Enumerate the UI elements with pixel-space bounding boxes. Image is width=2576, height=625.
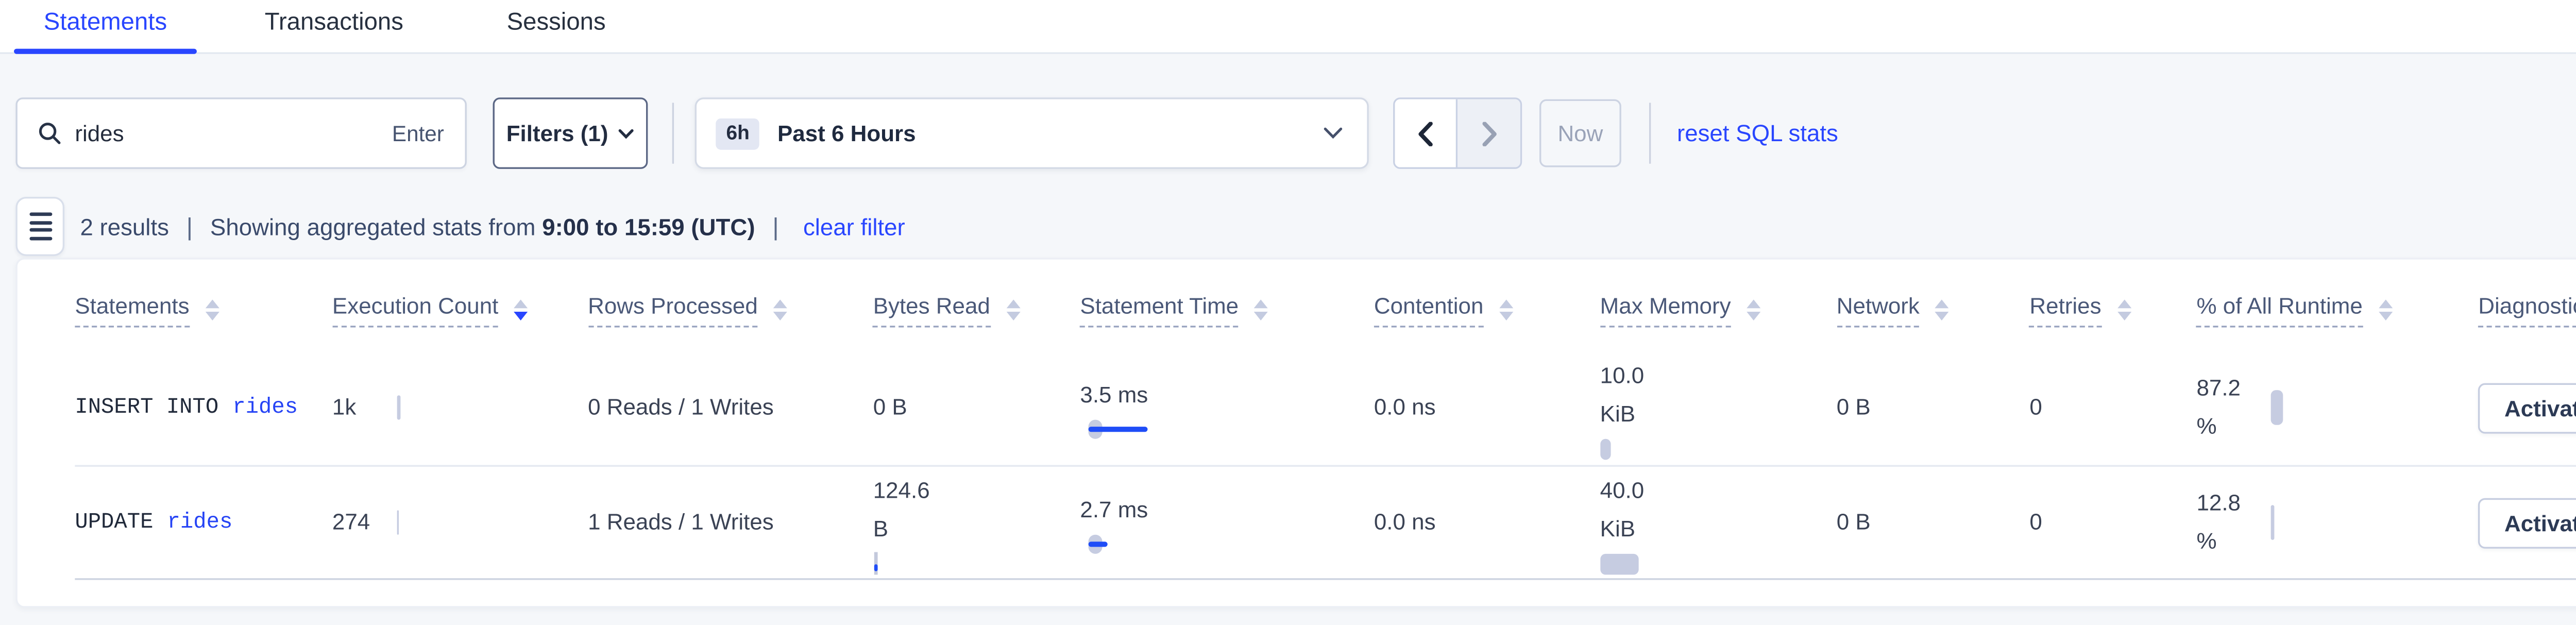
results-range-bold: 9:00 to 15:59 (UTC) — [542, 213, 755, 240]
filters-button-label: Filters (1) — [506, 120, 608, 146]
sort-icon[interactable] — [1006, 299, 1020, 320]
contention-cell: 0.0 ns — [1374, 350, 1600, 465]
tab-sessions[interactable]: Sessions — [507, 7, 606, 45]
sort-icon[interactable] — [2378, 299, 2392, 320]
sql-activity-page: Statements Transactions Sessions Enter F… — [0, 0, 2576, 625]
column-header-statements: Statements — [75, 293, 332, 328]
time-range-badge: 6h — [716, 117, 760, 149]
toolbar-divider — [672, 103, 674, 163]
bytes-read-cell: 0 B — [873, 350, 1080, 465]
network-cell: 0 B — [1837, 467, 2030, 578]
diagnostics-cell: Activate — [2478, 350, 2576, 465]
column-header-rows-processed: Rows Processed — [588, 293, 873, 328]
list-icon — [29, 213, 52, 240]
chevron-down-icon — [619, 128, 634, 138]
results-summary: 2 results | Showing aggregated stats fro… — [80, 197, 905, 256]
column-header-max-memory: Max Memory — [1600, 293, 1837, 328]
statement-table-link[interactable]: rides — [167, 510, 233, 534]
execution-count-bar — [397, 395, 401, 419]
sort-icon[interactable] — [773, 299, 787, 320]
chevron-left-icon — [1417, 121, 1433, 145]
previous-time-button[interactable] — [1395, 99, 1458, 167]
results-separator: | — [772, 212, 778, 240]
retries-cell: 0 — [2029, 467, 2196, 578]
activate-diagnostics-button[interactable]: Activate — [2478, 382, 2576, 433]
column-header-retries: Retries — [2029, 293, 2196, 328]
column-selector-button[interactable] — [15, 197, 64, 256]
sort-icon[interactable] — [1747, 299, 1760, 320]
sort-icon[interactable] — [1499, 299, 1513, 320]
max-memory-bar — [1600, 553, 1638, 574]
bytes-read-cell: 124.6 B — [873, 467, 1080, 578]
sort-icon[interactable] — [514, 299, 528, 320]
activate-diagnostics-button[interactable]: Activate — [2478, 497, 2576, 548]
tab-statements[interactable]: Statements — [14, 7, 197, 45]
column-header-bytes-read: Bytes Read — [873, 293, 1080, 328]
rows-processed-cell: 1 Reads / 1 Writes — [588, 467, 873, 578]
reset-sql-stats-link[interactable]: reset SQL stats — [1677, 97, 1838, 169]
sort-icon[interactable] — [1255, 299, 1268, 320]
max-memory-cell: 10.0 KiB — [1600, 350, 1837, 465]
statements-table-card: Statements Execution Count Rows Processe… — [15, 258, 2576, 607]
results-range-text: Showing aggregated stats from 9:00 to 15… — [210, 213, 755, 240]
table-bottom-border — [75, 578, 2576, 580]
sort-icon[interactable] — [2117, 299, 2131, 320]
runtime-pct-bar — [2272, 505, 2274, 540]
rows-processed-cell: 0 Reads / 1 Writes — [588, 350, 873, 465]
chevron-right-icon — [1481, 121, 1497, 145]
next-time-button[interactable] — [1458, 99, 1520, 167]
clear-filter-link[interactable]: clear filter — [803, 213, 905, 240]
results-count: 2 results — [80, 213, 168, 240]
sort-icon[interactable] — [1935, 299, 1949, 320]
time-range-label: Past 6 Hours — [777, 120, 1324, 146]
sort-icon[interactable] — [205, 299, 219, 320]
table-row: INSERT INTOrides 1k 0 Reads / 1 Writes 0… — [75, 350, 2576, 465]
toolbar: Enter Filters (1) 6h Past 6 Hours — [0, 97, 2576, 169]
tab-transactions[interactable]: Transactions — [265, 7, 403, 45]
max-memory-bar — [1600, 438, 1611, 459]
runtime-pct-cell: 87.2 % — [2196, 350, 2478, 465]
column-header-statement-time: Statement Time — [1080, 293, 1374, 328]
column-header-execution-count: Execution Count — [332, 293, 588, 328]
column-header-contention: Contention — [1374, 293, 1600, 328]
statement-time-cell: 2.7 ms — [1080, 467, 1374, 578]
statement-cell[interactable]: INSERT INTOrides — [75, 350, 332, 465]
diagnostics-cell: Activate — [2478, 467, 2576, 578]
toolbar-divider — [1649, 103, 1651, 163]
results-separator: | — [187, 212, 193, 240]
table-header-row: Statements Execution Count Rows Processe… — [75, 260, 2576, 350]
statement-time-bar — [1080, 419, 1184, 440]
bytes-read-bar — [873, 551, 908, 574]
now-button[interactable]: Now — [1539, 99, 1621, 167]
statement-cell[interactable]: UPDATErides — [75, 467, 332, 578]
column-header-runtime-pct: % of All Runtime — [2196, 293, 2478, 328]
filters-button[interactable]: Filters (1) — [493, 97, 648, 169]
statement-table-link[interactable]: rides — [232, 395, 298, 419]
time-step-buttons — [1393, 97, 1522, 169]
tabs-baseline — [0, 52, 2576, 54]
execution-count-bar — [397, 510, 399, 534]
search-enter-hint: Enter — [392, 121, 444, 145]
execution-count-cell: 1k — [332, 350, 588, 465]
retries-cell: 0 — [2029, 350, 2196, 465]
max-memory-cell: 40.0 KiB — [1600, 467, 1837, 578]
time-range-picker[interactable]: 6h Past 6 Hours — [695, 97, 1369, 169]
network-cell: 0 B — [1837, 350, 2030, 465]
execution-count-cell: 274 — [332, 467, 588, 578]
tabs-bar: Statements Transactions Sessions — [0, 0, 2576, 54]
statement-time-bar — [1080, 534, 1184, 555]
search-box[interactable]: Enter — [15, 97, 466, 169]
column-header-diagnostics: Diagnostics — [2478, 293, 2576, 328]
column-header-network: Network — [1837, 293, 2030, 328]
search-icon — [38, 122, 61, 145]
table-row: UPDATErides 274 1 Reads / 1 Writes 124.6… — [75, 465, 2576, 578]
chevron-down-icon — [1324, 127, 1343, 140]
runtime-pct-bar — [2272, 390, 2283, 425]
statement-time-cell: 3.5 ms — [1080, 350, 1374, 465]
results-bar: 2 results | Showing aggregated stats fro… — [0, 197, 2576, 258]
runtime-pct-cell: 12.8 % — [2196, 467, 2478, 578]
search-input[interactable] — [75, 120, 392, 146]
contention-cell: 0.0 ns — [1374, 467, 1600, 578]
active-tab-underline — [14, 49, 197, 54]
